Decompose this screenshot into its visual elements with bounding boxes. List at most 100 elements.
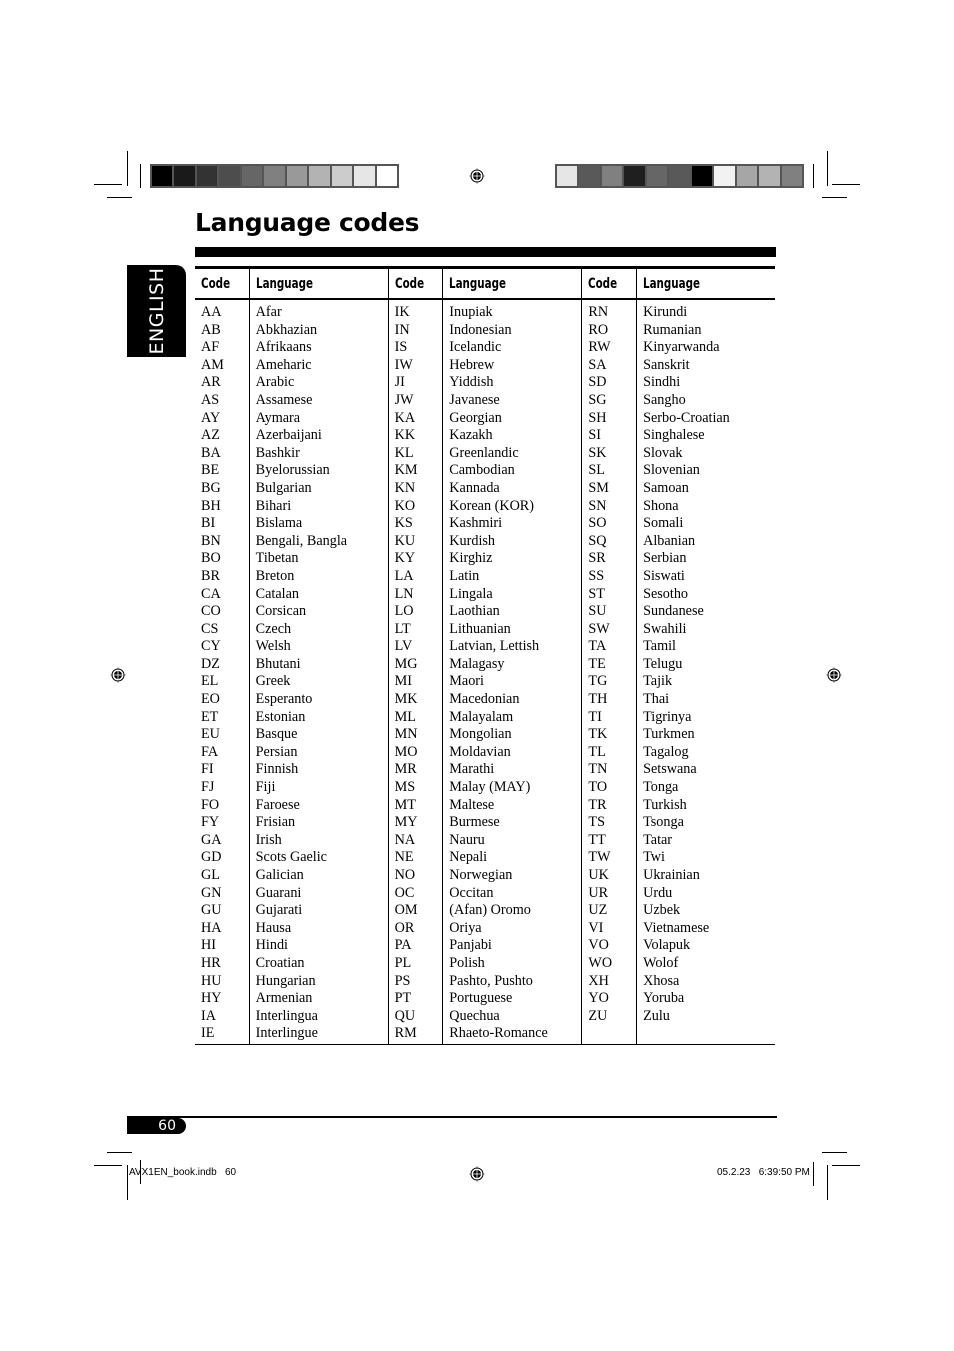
table-row: AR Arabic JI Yiddish SD Sindhi [195,374,775,392]
cell-language: Serbo-Croatian [636,409,775,428]
cell-language: Albanian [636,532,775,551]
crop-mark [140,164,141,188]
cell-code: SN [581,497,637,516]
language-side-tab: ENGLISH [127,265,186,357]
cell-code: GN [201,884,222,901]
cell-language: Vietnamese [636,919,775,938]
table-row: GA Irish NA Nauru TT Tatar [195,831,775,850]
cell-code: SK [581,444,637,463]
table-row: BE Byelorussian KM Cambodian SL Slovenian [195,462,775,480]
cell-language: Guarani [248,884,389,903]
cell-code: TR [581,796,637,815]
cell-language: Hindi [248,937,389,955]
table-row: IE Interlingue RM Rhaeto-Romance [195,1025,775,1045]
cell-language: Javanese [442,391,582,410]
color-swatch [736,166,758,186]
column-header-language: Language [248,267,389,300]
cell-language: Rumanian [636,321,775,340]
color-swatch [152,166,173,186]
cell-code: HI [201,937,216,954]
table-row: BO Tibetan KY Kirghiz SR Serbian [195,550,775,568]
table-row: CS Czech LT Lithuanian SW Swahili [195,620,775,639]
cell-code: TG [581,673,637,692]
cell-code: TS [581,814,637,832]
crop-mark [94,1165,122,1166]
cell-language: Welsh [248,638,389,656]
cell-language: Nepali [442,849,582,867]
cell-language: Burmese [442,814,582,832]
cell-language: Marathi [442,761,582,780]
table-row: ET Estonian ML Malayalam TI Tigrinya [195,708,775,727]
cell-code: KU [387,532,443,551]
color-swatch [759,166,780,186]
table-row: AA Afar IK Inupiak RN Kirundi [195,299,775,322]
cell-language: Serbian [636,550,775,568]
cell-code: ET [201,708,219,725]
cell-code: IW [387,356,443,375]
cell-code: SU [581,603,637,621]
cell-language: Fiji [248,779,389,797]
cell-language: Portuguese [442,990,582,1008]
cell-language: Mongolian [442,726,582,744]
cell-code: HY [201,990,222,1007]
cell-language: Kirundi [636,299,775,322]
table-row: GU Gujarati OM (Afan) Oromo UZ Uzbek [195,902,775,920]
cell-code: AB [201,321,221,338]
cell-code: KA [387,409,443,428]
cell-code: MO [387,743,443,762]
column-header-code: Code [581,267,637,300]
cell-code: QU [387,1007,443,1026]
cell-language: Arabic [248,374,389,392]
table-row: FJ Fiji MS Malay (MAY) TO Tonga [195,779,775,797]
cell-language: Afrikaans [248,339,389,357]
registration-mark-icon [469,1166,485,1182]
cell-code: HR [201,954,221,971]
cell-language: Assamese [248,391,389,410]
table-row: EO Esperanto MK Macedonian TH Thai [195,691,775,709]
cell-code: PT [387,990,443,1008]
cell-language: Swahili [636,620,775,639]
cell-code: LV [387,638,443,656]
column-header-language: Language [636,267,775,300]
cell-language: Persian [248,743,389,762]
cell-language: Hebrew [442,356,582,375]
table-row: CO Corsican LO Laothian SU Sundanese [195,603,775,621]
cell-code: RO [581,321,637,340]
cell-language: Yoruba [636,990,775,1008]
cell-language: Malay (MAY) [442,779,582,797]
cell-code: BG [201,479,221,496]
crop-mark [813,1162,814,1186]
cell-code: FJ [201,779,215,796]
color-swatch [691,166,713,186]
cell-language: Maltese [442,796,582,815]
cell-code: LA [387,567,443,586]
table-row: BI Bislama KS Kashmiri SO Somali [195,515,775,533]
color-swatch [579,166,600,186]
cell-language: Breton [248,567,389,586]
cell-code: PA [387,937,443,955]
cell-code: VI [581,919,637,938]
cell-code: BE [201,462,220,479]
cell-language: Sangho [636,391,775,410]
table-row: HA Hausa OR Oriya VI Vietnamese [195,919,775,938]
cell-code: BR [201,567,220,584]
cell-language: Tajik [636,673,775,692]
cell-language: Pashto, Pushto [442,972,582,991]
cell-code: BI [201,515,216,532]
cell-code: EL [201,673,219,690]
cell-code: SD [581,374,637,392]
cell-code: TO [581,779,637,797]
cell-language: Wolof [636,954,775,973]
crop-mark [107,1152,132,1153]
cell-code: MY [387,814,443,832]
cell-language: Bengali, Bangla [248,532,389,551]
page-title: Language codes [195,208,420,237]
crop-mark [813,164,814,188]
color-swatch [714,166,735,186]
cell-code: TN [581,761,637,780]
crop-mark [94,184,122,185]
cell-language: Siswati [636,567,775,586]
color-swatch [241,166,263,186]
cell-language: Byelorussian [248,462,389,480]
table-row: AM Ameharic IW Hebrew SA Sanskrit [195,356,775,375]
